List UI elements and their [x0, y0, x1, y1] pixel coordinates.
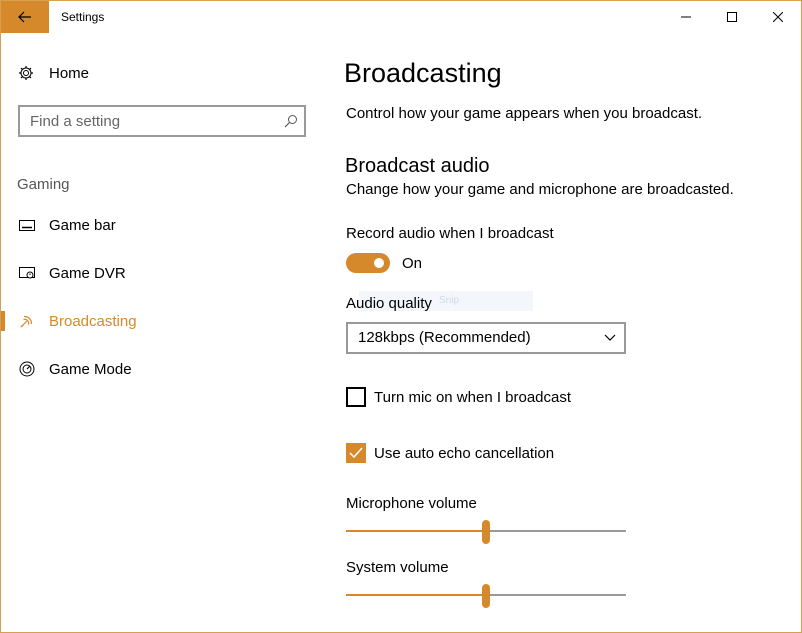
system-volume-slider[interactable] [346, 584, 626, 608]
mic-volume-slider[interactable] [346, 520, 626, 544]
section-title: Broadcast audio [345, 155, 490, 177]
close-icon [773, 12, 783, 22]
game-bar-icon [18, 216, 36, 234]
audio-quality-label: Audio quality [346, 295, 432, 312]
dropdown-selected-value: 128kbps (Recommended) [358, 329, 531, 346]
audio-quality-dropdown[interactable]: 128kbps (Recommended) [346, 322, 626, 354]
window-title: Settings [61, 10, 105, 24]
selection-indicator [1, 311, 5, 331]
sidebar-item-game-bar[interactable]: Game bar [1, 205, 321, 245]
maximize-button[interactable] [709, 1, 755, 33]
slider-fill [346, 594, 486, 596]
slider-thumb[interactable] [482, 520, 490, 544]
minimize-icon [681, 16, 691, 18]
mic-on-label: Turn mic on when I broadcast [374, 388, 572, 406]
record-audio-label: Record audio when I broadcast [346, 225, 554, 242]
sidebar-home[interactable]: Home [17, 61, 89, 85]
section-description: Change how your game and microphone are … [346, 181, 734, 198]
sidebar-item-label: Game DVR [49, 264, 126, 282]
back-arrow-icon [18, 11, 31, 23]
sidebar-item-label: Game Mode [49, 360, 132, 378]
echo-cancel-label: Use auto echo cancellation [374, 444, 555, 462]
sidebar-section-gaming: Gaming [17, 176, 70, 193]
mic-on-checkbox-row[interactable]: Turn mic on when I broadcast [346, 387, 571, 407]
toggle-state-text: On [402, 255, 423, 272]
close-button[interactable] [755, 1, 801, 33]
game-mode-icon [18, 360, 36, 378]
record-audio-toggle[interactable] [346, 253, 390, 273]
sidebar-item-label: Broadcasting [49, 312, 137, 330]
sidebar-home-label: Home [49, 64, 90, 82]
back-button[interactable] [1, 1, 49, 33]
sidebar-item-game-dvr[interactable]: Game DVR [1, 253, 321, 293]
settings-window: Settings Home Find a setting Gaming Game… [0, 0, 802, 633]
sidebar-item-game-mode[interactable]: Game Mode [1, 349, 321, 389]
broadcasting-icon [18, 312, 36, 330]
chevron-down-icon [604, 334, 616, 341]
page-description: Control how your game appears when you b… [346, 105, 703, 122]
toggle-knob [374, 258, 384, 268]
gear-icon [17, 64, 35, 82]
search-icon[interactable] [284, 114, 298, 128]
maximize-icon [727, 12, 737, 22]
slider-fill [346, 530, 486, 532]
checkmark-icon [349, 447, 363, 459]
game-dvr-icon [18, 264, 36, 282]
sidebar-item-label: Game bar [49, 216, 116, 234]
sidebar-item-broadcasting[interactable]: Broadcasting [1, 301, 321, 341]
mic-volume-label: Microphone volume [346, 495, 477, 512]
slider-thumb[interactable] [482, 584, 490, 608]
search-input[interactable] [20, 107, 280, 135]
echo-cancel-checkbox[interactable] [346, 443, 366, 463]
system-volume-label: System volume [346, 559, 449, 576]
echo-cancel-checkbox-row[interactable]: Use auto echo cancellation [346, 443, 554, 463]
search-box [18, 105, 306, 137]
snip-overlay-label: Snip [439, 295, 460, 306]
page-title: Broadcasting [344, 58, 502, 88]
title-bar: Settings [1, 1, 801, 33]
minimize-button[interactable] [663, 1, 709, 33]
mic-on-checkbox[interactable] [346, 387, 366, 407]
